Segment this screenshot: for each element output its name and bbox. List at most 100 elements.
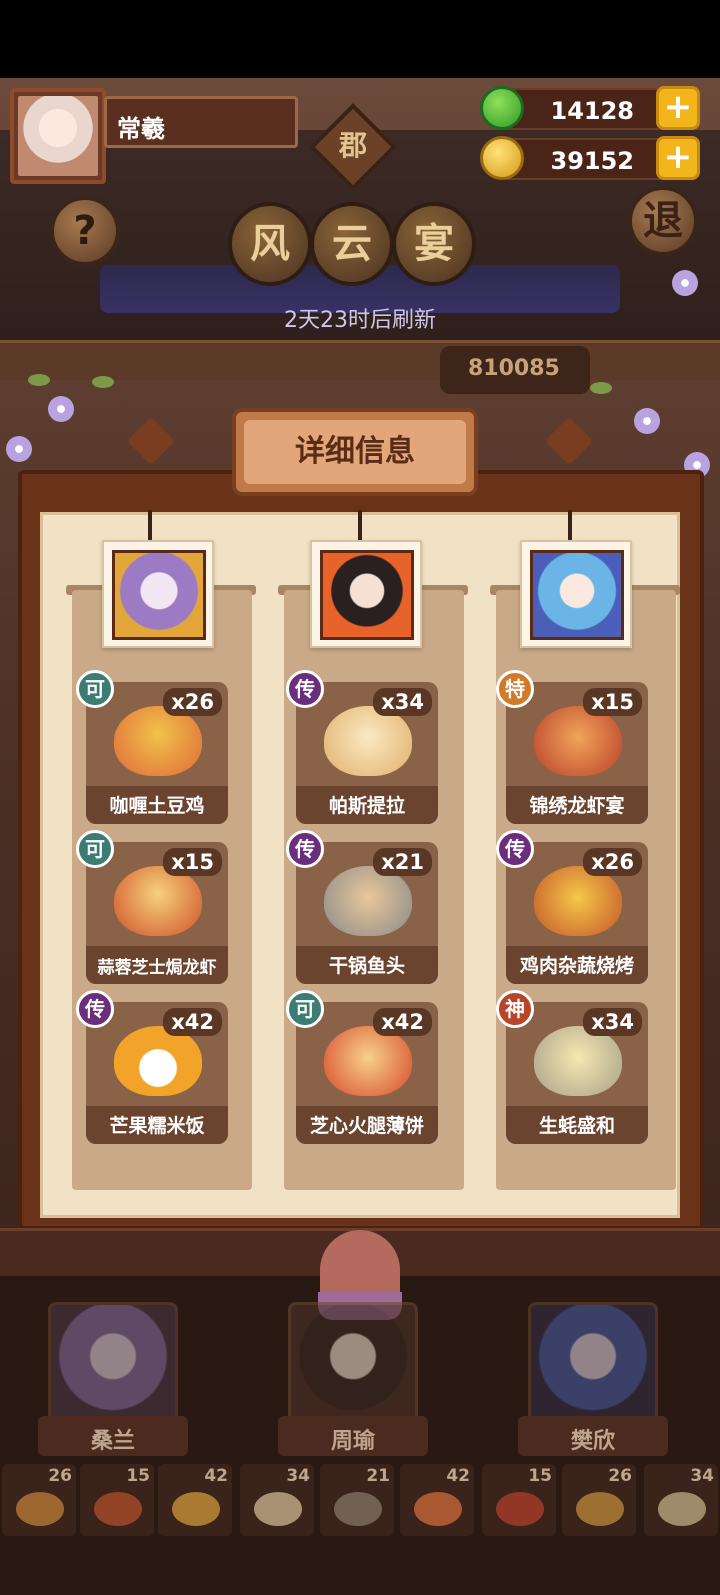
jade-amount: 14128	[550, 97, 635, 125]
slot-count: 26	[608, 1466, 632, 1486]
rarity-badge: 特	[496, 670, 534, 708]
dish-count: x26	[163, 688, 222, 716]
chef-card-sanglan[interactable]	[48, 1302, 178, 1422]
flower-decoration	[672, 270, 698, 296]
tray-slot[interactable]: 26	[562, 1464, 636, 1536]
tray-slot[interactable]: 15	[482, 1464, 556, 1536]
dish-count: x42	[373, 1008, 432, 1036]
dish-card[interactable]: 可 x42 芝心火腿薄饼	[286, 990, 438, 1144]
curry-chicken-icon	[16, 1492, 64, 1526]
skewer-icon	[576, 1492, 624, 1526]
chef-portrait-image	[112, 550, 206, 640]
dish-name: 芝心火腿薄饼	[309, 1115, 424, 1137]
region-char: 郡	[338, 129, 367, 162]
dish-name: 咖喱土豆鸡	[109, 795, 205, 817]
slot-count: 34	[286, 1466, 310, 1486]
rarity-badge: 可	[76, 830, 114, 868]
dish-name: 干锅鱼头	[328, 955, 405, 977]
chef-portrait-zhouyu[interactable]	[310, 540, 422, 648]
lobster-feast-icon	[496, 1492, 544, 1526]
chef-card-fanxin[interactable]	[528, 1302, 658, 1422]
player-avatar[interactable]	[10, 88, 106, 184]
chef-portrait-image	[320, 550, 414, 640]
dish-card[interactable]: 传 x34 帕斯提拉	[286, 670, 438, 824]
oyster-platter-icon	[658, 1492, 706, 1526]
dish-name: 锦绣龙虾宴	[529, 795, 625, 817]
player-name: 常羲	[117, 115, 165, 143]
chef-name: 樊欣	[570, 1429, 615, 1454]
tray-slot[interactable]: 26	[2, 1464, 76, 1536]
flower-decoration	[634, 408, 660, 434]
game-screen: { "player": { "name": "常羲" }, "currency"…	[0, 0, 720, 1595]
gold-amount: 39152	[550, 147, 635, 175]
dish-count: x15	[163, 848, 222, 876]
chef-portrait-sanglan[interactable]	[102, 540, 214, 648]
dish-count: x15	[583, 688, 642, 716]
dish-card[interactable]: 传 x21 干锅鱼头	[286, 830, 438, 984]
add-jade-button[interactable]: +	[656, 86, 700, 130]
panel-title-plate: 详细信息	[232, 408, 478, 496]
chef-name: 周瑜	[330, 1429, 375, 1454]
exit-button[interactable]: 退	[628, 186, 698, 256]
dish-name: 生蚝盛和	[538, 1115, 615, 1137]
pastilla-icon	[324, 706, 412, 776]
slot-count: 21	[366, 1466, 390, 1486]
leaf-decoration	[28, 374, 50, 386]
oyster-platter-icon	[534, 1026, 622, 1096]
ham-flatbread-icon	[324, 1026, 412, 1096]
title-char-yun: 云	[310, 202, 394, 286]
tray-slot[interactable]: 34	[240, 1464, 314, 1536]
jade-coin-icon	[480, 86, 524, 130]
chef-card-zhouyu[interactable]	[288, 1302, 418, 1422]
dish-card[interactable]: 神 x34 生蚝盛和	[496, 990, 648, 1144]
tray-slot[interactable]: 34	[644, 1464, 718, 1536]
dish-card[interactable]: 传 x26 鸡肉杂蔬烧烤	[496, 830, 648, 984]
roof-beam	[0, 340, 720, 380]
dish-count: x21	[373, 848, 432, 876]
dish-name: 帕斯提拉	[328, 795, 405, 817]
dish-name: 鸡肉杂蔬烧烤	[519, 955, 634, 977]
ham-flatbread-icon	[414, 1492, 462, 1526]
player-name-plate: 常羲	[104, 96, 298, 148]
add-gold-button[interactable]: +	[656, 136, 700, 180]
dish-count: x26	[583, 848, 642, 876]
event-score: 810085	[440, 346, 590, 394]
dish-count: x42	[163, 1008, 222, 1036]
rarity-badge: 神	[496, 990, 534, 1028]
lobster-feast-icon	[534, 706, 622, 776]
curry-chicken-icon	[114, 706, 202, 776]
dish-card[interactable]: 传 x42 芒果糯米饭	[76, 990, 228, 1144]
slot-count: 42	[204, 1466, 228, 1486]
dish-card[interactable]: 可 x26 咖喱土豆鸡	[76, 670, 228, 824]
flower-decoration	[48, 396, 74, 422]
tray-slot[interactable]: 42	[400, 1464, 474, 1536]
dish-count: x34	[583, 1008, 642, 1036]
status-bar-area	[0, 0, 720, 78]
flower-decoration	[6, 436, 32, 462]
skewer-icon	[534, 866, 622, 936]
dish-card[interactable]: 特 x15 锦绣龙虾宴	[496, 670, 648, 824]
fish-head-pot-icon	[334, 1492, 382, 1526]
tray-slot[interactable]: 15	[80, 1464, 154, 1536]
rarity-badge: 可	[76, 670, 114, 708]
dish-count: x34	[373, 688, 432, 716]
tray-slot[interactable]: 21	[320, 1464, 394, 1536]
panel-title: 详细信息	[244, 420, 466, 484]
leaf-decoration	[92, 376, 114, 388]
rarity-badge: 传	[286, 670, 324, 708]
mango-rice-icon	[172, 1492, 220, 1526]
fish-head-pot-icon	[324, 866, 412, 936]
dish-card[interactable]: 可 x15 蒜蓉芝士焗龙虾	[76, 830, 228, 984]
lobster-icon	[114, 866, 202, 936]
chef-portrait-fanxin[interactable]	[520, 540, 632, 648]
chef-name: 桑兰	[90, 1429, 135, 1454]
help-button[interactable]: ?	[50, 196, 120, 266]
slot-count: 15	[126, 1466, 150, 1486]
slot-count: 42	[446, 1466, 470, 1486]
leaf-decoration	[590, 382, 612, 394]
tray-slot[interactable]: 42	[158, 1464, 232, 1536]
refresh-timer: 2天23时后刷新	[284, 308, 436, 333]
avatar-portrait	[18, 96, 98, 176]
rarity-badge: 传	[496, 830, 534, 868]
pastilla-icon	[254, 1492, 302, 1526]
